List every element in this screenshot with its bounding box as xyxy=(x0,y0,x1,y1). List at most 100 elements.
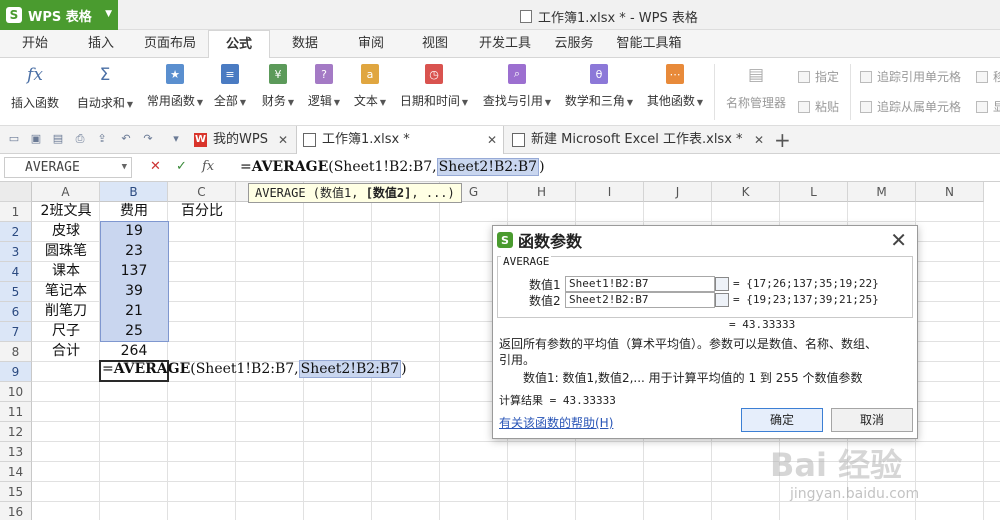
doc-tab-new-excel[interactable]: 新建 Microsoft Excel 工作表.xlsx * ✕ xyxy=(506,126,770,154)
ok-button[interactable]: 确定 xyxy=(741,408,823,432)
tab-insert[interactable]: 插入 xyxy=(76,30,126,58)
name-manager-button[interactable]: ▤ 名称管理器 xyxy=(720,64,792,111)
cell-a2[interactable]: 皮球 xyxy=(32,222,100,242)
tab-formulas[interactable]: 公式 xyxy=(208,30,270,59)
folder-icon[interactable]: ▭ xyxy=(8,133,20,145)
tab-data[interactable]: 数据 xyxy=(282,30,328,58)
row-header-6[interactable]: 6 xyxy=(0,302,32,322)
row-header-12[interactable]: 12 xyxy=(0,422,32,442)
logic-functions-button[interactable]: ? 逻辑 ▼ xyxy=(302,64,346,109)
confirm-formula-icon[interactable]: ✓ xyxy=(176,159,187,174)
close-icon[interactable]: ✕ xyxy=(754,126,764,154)
print-preview-icon[interactable]: ▤ xyxy=(52,133,64,145)
cell-a3[interactable]: 圆珠笔 xyxy=(32,242,100,262)
finance-functions-button[interactable]: ¥ 财务 ▼ xyxy=(256,64,300,109)
export-icon[interactable]: ⇪ xyxy=(96,133,108,145)
paste-icon xyxy=(798,100,810,113)
row-header-15[interactable]: 15 xyxy=(0,482,32,502)
row-header-16[interactable]: 16 xyxy=(0,502,32,520)
other-functions-button[interactable]: ⋯ 其他函数 ▼ xyxy=(642,64,708,109)
redo-icon[interactable]: ↷ xyxy=(142,133,154,145)
insert-function-button[interactable]: fx 插入函数 xyxy=(6,64,64,111)
column-header-c[interactable]: C xyxy=(168,182,236,202)
tab-smart-tools[interactable]: 智能工具箱 xyxy=(614,30,684,58)
chevron-down-icon[interactable]: ▼ xyxy=(122,158,127,177)
select-all-corner[interactable] xyxy=(0,182,32,202)
autosum-button[interactable]: Σ 自动求和 ▼ xyxy=(72,64,138,111)
chevron-down-icon[interactable]: ▾ xyxy=(170,133,182,145)
close-icon[interactable]: ✕ xyxy=(890,228,907,252)
remove-arrows-button[interactable]: 移 xyxy=(976,68,1000,85)
tab-view[interactable]: 视图 xyxy=(412,30,458,58)
doc-tab-my-wps[interactable]: W 我的WPS ✕ xyxy=(188,126,294,154)
row-header-7[interactable]: 7 xyxy=(0,322,32,342)
text-functions-button[interactable]: a 文本 ▼ xyxy=(348,64,392,109)
app-menu-button[interactable]: S WPS 表格 ▼ xyxy=(0,0,118,30)
define-name-button[interactable]: 指定 xyxy=(798,68,839,85)
cell-a5[interactable]: 笔记本 xyxy=(32,282,100,302)
tab-page-layout[interactable]: 页面布局 xyxy=(140,30,200,58)
column-header-h[interactable]: H xyxy=(508,182,576,202)
row-header-9[interactable]: 9 xyxy=(0,362,32,382)
cell-a1[interactable]: 2班文具 xyxy=(32,202,100,222)
tab-developer[interactable]: 开发工具 xyxy=(472,30,538,58)
row-header-14[interactable]: 14 xyxy=(0,462,32,482)
datetime-functions-button[interactable]: ◷ 日期和时间 ▼ xyxy=(396,64,472,109)
trace-precedents-button[interactable]: 追踪引用单元格 xyxy=(860,68,961,85)
cancel-formula-icon[interactable]: ✕ xyxy=(150,159,161,174)
paste-name-button[interactable]: 粘贴 xyxy=(798,98,839,115)
arg1-input[interactable]: Sheet1!B2:B7 xyxy=(565,276,715,292)
row-header-13[interactable]: 13 xyxy=(0,442,32,462)
cancel-button[interactable]: 取消 xyxy=(831,408,913,432)
column-header-k[interactable]: K xyxy=(712,182,780,202)
close-icon[interactable]: ✕ xyxy=(487,126,497,154)
arg2-input[interactable]: Sheet2!B2:B7 xyxy=(565,292,715,308)
function-help-link[interactable]: 有关该函数的帮助(H) xyxy=(499,414,613,431)
cell-a4[interactable]: 课本 xyxy=(32,262,100,282)
range-picker-icon[interactable] xyxy=(715,277,729,291)
tab-home[interactable]: 开始 xyxy=(10,30,60,58)
undo-icon[interactable]: ↶ xyxy=(120,133,132,145)
more-icon: ⋯ xyxy=(666,64,684,84)
cell-b9-formula-edit[interactable]: =AVERAGE(Sheet1!B2:B7, Sheet2!B2:B7) xyxy=(102,360,407,378)
math-functions-button[interactable]: θ 数学和三角 ▼ xyxy=(560,64,638,109)
column-header-m[interactable]: M xyxy=(848,182,916,202)
cell-a8[interactable]: 合计 xyxy=(32,342,100,362)
common-functions-button[interactable]: ★ 常用函数 ▼ xyxy=(142,64,208,109)
name-box[interactable]: AVERAGE ▼ xyxy=(4,157,132,178)
formula-input[interactable]: =AVERAGE(Sheet1!B2:B7, Sheet2!B2:B7) xyxy=(240,158,545,176)
row-header-3[interactable]: 3 xyxy=(0,242,32,262)
lookup-functions-button[interactable]: ⌕ 查找与引用 ▼ xyxy=(478,64,556,109)
new-tab-plus-icon[interactable]: + xyxy=(774,128,791,152)
cell-a7[interactable]: 尺子 xyxy=(32,322,100,342)
range-picker-icon[interactable] xyxy=(715,293,729,307)
column-header-l[interactable]: L xyxy=(780,182,848,202)
close-icon[interactable]: ✕ xyxy=(278,126,288,154)
tab-cloud[interactable]: 云服务 xyxy=(548,30,600,58)
fx-icon[interactable]: fx xyxy=(202,159,214,174)
row-header-10[interactable]: 10 xyxy=(0,382,32,402)
row-header-5[interactable]: 5 xyxy=(0,282,32,302)
column-header-j[interactable]: J xyxy=(644,182,712,202)
row-header-2[interactable]: 2 xyxy=(0,222,32,242)
cell-b1[interactable]: 费用 xyxy=(100,202,168,222)
column-header-a[interactable]: A xyxy=(32,182,100,202)
all-functions-button[interactable]: ≡ 全部 ▼ xyxy=(212,64,248,109)
column-header-i[interactable]: I xyxy=(576,182,644,202)
doc-tab-workbook1[interactable]: 工作簿1.xlsx * ✕ xyxy=(296,126,504,154)
trace-dependents-button[interactable]: 追踪从属单元格 xyxy=(860,98,961,115)
save-icon[interactable]: ▣ xyxy=(30,133,42,145)
tab-review[interactable]: 审阅 xyxy=(348,30,394,58)
argument-description: 数值1: 数值1,数值2,... 用于计算平均值的 1 到 255 个数值参数 xyxy=(523,371,863,385)
cell-a6[interactable]: 削笔刀 xyxy=(32,302,100,322)
row-header-11[interactable]: 11 xyxy=(0,402,32,422)
print-icon[interactable]: ⎙ xyxy=(74,133,86,145)
show-formulas-button[interactable]: 显 xyxy=(976,98,1000,115)
cell-c1[interactable]: 百分比 xyxy=(168,202,236,222)
cell-b8[interactable]: 264 xyxy=(100,342,168,362)
row-header-1[interactable]: 1 xyxy=(0,202,32,222)
row-header-8[interactable]: 8 xyxy=(0,342,32,362)
column-header-b[interactable]: B xyxy=(100,182,168,202)
row-header-4[interactable]: 4 xyxy=(0,262,32,282)
column-header-n[interactable]: N xyxy=(916,182,984,202)
